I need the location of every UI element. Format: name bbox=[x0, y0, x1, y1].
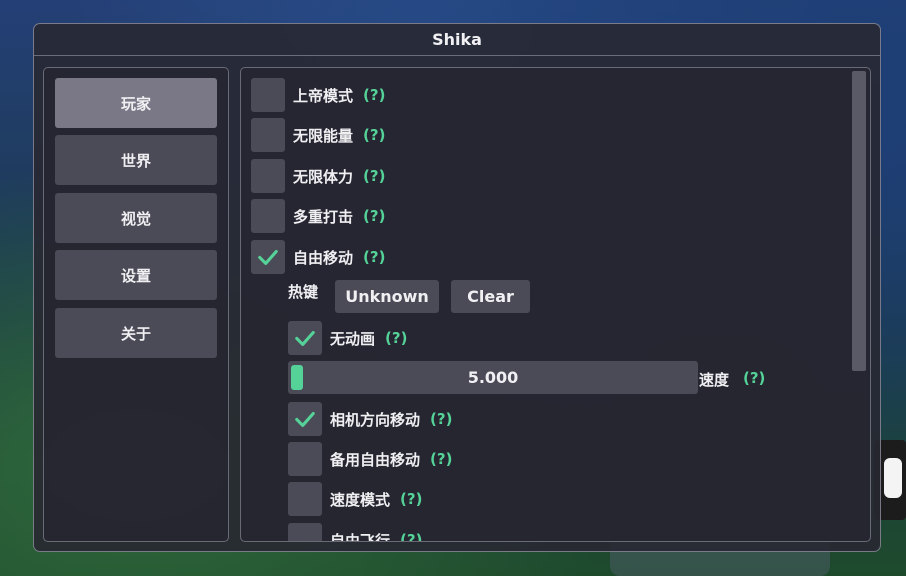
option-label: 备用自由移动 bbox=[330, 450, 421, 469]
option-infinite-energy: 无限能量 (?) bbox=[251, 118, 385, 152]
option-free-move: 自由移动 (?) bbox=[251, 240, 385, 274]
sidebar: 玩家 世界 视觉 设置 关于 bbox=[43, 67, 229, 542]
infinite-stamina-checkbox[interactable] bbox=[251, 159, 285, 193]
option-label: 无动画 bbox=[330, 329, 376, 348]
option-label: 无限体力 bbox=[293, 167, 354, 186]
option-label: 多重打击 bbox=[293, 207, 354, 226]
speed-label: 速度 bbox=[699, 371, 730, 389]
scrollbar-thumb[interactable] bbox=[852, 71, 866, 371]
option-no-animation: 无动画 (?) bbox=[288, 321, 407, 355]
option-label: 上帝模式 bbox=[293, 86, 354, 105]
help-icon[interactable]: (?) bbox=[743, 369, 765, 387]
hotkey-value: Unknown bbox=[345, 287, 429, 306]
help-icon[interactable]: (?) bbox=[363, 126, 385, 144]
clear-hotkey-button[interactable]: Clear bbox=[451, 280, 530, 313]
option-free-fly: 自由飞行 (?) bbox=[288, 523, 422, 542]
options-panel: 上帝模式 (?) 无限能量 (?) 无限体力 (?) 多重打击 (?) 自由移动… bbox=[240, 67, 871, 542]
shika-window: Shika 玩家 世界 视觉 设置 关于 上帝模式 (?) 无限能量 (?) 无… bbox=[33, 23, 881, 552]
free-move-checkbox[interactable] bbox=[251, 240, 285, 274]
sidebar-item-visual[interactable]: 视觉 bbox=[55, 193, 217, 243]
sidebar-item-about[interactable]: 关于 bbox=[55, 308, 217, 358]
clear-label: Clear bbox=[467, 287, 514, 306]
help-icon[interactable]: (?) bbox=[363, 86, 385, 104]
sidebar-item-label: 关于 bbox=[120, 324, 151, 343]
checkmark-icon bbox=[295, 330, 315, 346]
help-icon[interactable]: (?) bbox=[430, 450, 452, 468]
option-label: 自由飞行 bbox=[330, 531, 391, 542]
speed-value: 5.000 bbox=[467, 368, 519, 387]
speed-slider[interactable]: 5.000 bbox=[288, 361, 698, 394]
sidebar-item-world[interactable]: 世界 bbox=[55, 135, 217, 185]
window-titlebar[interactable]: Shika bbox=[34, 24, 880, 56]
checkmark-icon bbox=[295, 411, 315, 427]
sidebar-item-label: 玩家 bbox=[120, 94, 151, 113]
help-icon[interactable]: (?) bbox=[363, 248, 385, 266]
sidebar-item-player[interactable]: 玩家 bbox=[55, 78, 217, 128]
god-mode-checkbox[interactable] bbox=[251, 78, 285, 112]
sidebar-item-settings[interactable]: 设置 bbox=[55, 250, 217, 300]
camera-relative-checkbox[interactable] bbox=[288, 402, 322, 436]
alt-free-move-checkbox[interactable] bbox=[288, 442, 322, 476]
help-icon[interactable]: (?) bbox=[400, 490, 422, 508]
infinite-energy-checkbox[interactable] bbox=[251, 118, 285, 152]
help-icon[interactable]: (?) bbox=[363, 207, 385, 225]
sidebar-item-label: 视觉 bbox=[120, 209, 151, 228]
multi-hit-checkbox[interactable] bbox=[251, 199, 285, 233]
option-god-mode: 上帝模式 (?) bbox=[251, 78, 385, 112]
option-label: 相机方向移动 bbox=[330, 410, 421, 429]
help-icon[interactable]: (?) bbox=[430, 410, 452, 428]
speed-mode-checkbox[interactable] bbox=[288, 482, 322, 516]
help-icon[interactable]: (?) bbox=[385, 329, 407, 347]
help-icon[interactable]: (?) bbox=[363, 167, 385, 185]
no-animation-checkbox[interactable] bbox=[288, 321, 322, 355]
checkmark-icon bbox=[258, 249, 278, 265]
scrollbar[interactable] bbox=[850, 71, 866, 539]
help-icon[interactable]: (?) bbox=[400, 531, 422, 541]
hotkey-label: 热键 bbox=[288, 283, 319, 301]
option-infinite-stamina: 无限体力 (?) bbox=[251, 159, 385, 193]
sidebar-item-label: 设置 bbox=[120, 266, 151, 285]
option-speed-mode: 速度模式 (?) bbox=[288, 482, 422, 516]
option-label: 无限能量 bbox=[293, 126, 354, 145]
option-multi-hit: 多重打击 (?) bbox=[251, 199, 385, 233]
hotkey-button[interactable]: Unknown bbox=[335, 280, 439, 313]
sidebar-item-label: 世界 bbox=[120, 151, 151, 170]
option-alt-free-move: 备用自由移动 (?) bbox=[288, 442, 452, 476]
option-label: 速度模式 bbox=[330, 490, 391, 509]
free-fly-checkbox[interactable] bbox=[288, 523, 322, 541]
option-camera-relative: 相机方向移动 (?) bbox=[288, 402, 452, 436]
window-title: Shika bbox=[432, 30, 482, 49]
option-label: 自由移动 bbox=[293, 248, 354, 267]
